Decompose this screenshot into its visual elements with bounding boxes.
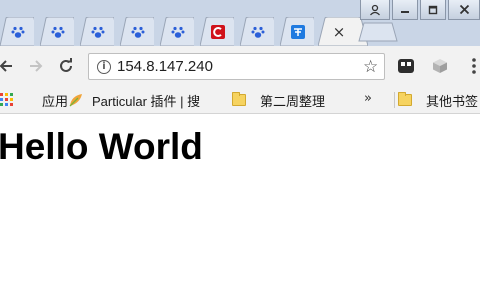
bookmarks-bar: 应用 Particular 插件 | 搜 第二周整理 » 其他书签 [0, 86, 480, 114]
back-button[interactable] [0, 56, 16, 76]
particular-leaf-icon [68, 93, 84, 107]
forward-button[interactable] [26, 56, 46, 76]
more-vert-icon [472, 58, 476, 74]
menu-button[interactable] [464, 56, 480, 76]
user-icon [370, 4, 380, 15]
baidu-paw-icon [51, 25, 65, 39]
browser-tab[interactable] [80, 17, 114, 46]
browser-tab[interactable] [200, 17, 234, 46]
bookmark-label: 其他书签 [426, 93, 479, 109]
address-bar[interactable]: i 154.8.147.240 ☆ [88, 53, 385, 80]
bookmark-star-icon[interactable]: ☆ [363, 57, 378, 77]
bookmark-apps[interactable]: 应用 [0, 91, 68, 109]
forward-arrow-icon [30, 60, 43, 72]
close-icon [459, 4, 469, 15]
restore-icon [428, 5, 438, 14]
browser-tab[interactable] [0, 17, 34, 46]
browser-tab[interactable] [40, 17, 74, 46]
translate-icon [291, 25, 305, 39]
other-bookmarks-folder[interactable]: 其他书签 [398, 91, 478, 109]
baidu-paw-icon [91, 25, 105, 39]
browser-tab[interactable] [280, 17, 314, 46]
bookmarks-divider [394, 92, 395, 108]
extension-dark-icon [398, 59, 414, 73]
browser-tab[interactable] [160, 17, 194, 46]
minimize-button[interactable] [392, 0, 418, 20]
folder-icon [398, 92, 412, 106]
extension-button[interactable] [430, 56, 450, 76]
reload-icon [60, 58, 72, 72]
browser-tab[interactable] [120, 17, 154, 46]
extension-button[interactable] [396, 56, 416, 76]
info-icon[interactable]: i [97, 60, 111, 74]
url-text[interactable]: 154.8.147.240 [117, 58, 213, 75]
reload-button[interactable] [56, 56, 76, 76]
extension-cube-icon [433, 59, 447, 73]
page-content: Hello World [0, 115, 480, 300]
bookmark-folder[interactable]: 第二周整理 [232, 91, 325, 109]
bookmark-label: 第二周整理 [260, 93, 326, 109]
minimize-icon [401, 10, 409, 13]
baidu-paw-icon [131, 25, 145, 39]
page-heading: Hello World [0, 126, 203, 167]
close-tab-icon[interactable]: × [332, 25, 346, 40]
user-profile-button[interactable] [360, 0, 390, 20]
bookmark-label: Particular 插件 | 搜 [92, 93, 201, 109]
baidu-paw-icon [11, 25, 25, 39]
folder-icon [232, 92, 246, 106]
more-bookmarks-chevron-icon[interactable]: » [364, 91, 372, 106]
browser-tab[interactable] [240, 17, 274, 46]
maximize-button[interactable] [420, 0, 446, 20]
baidu-paw-icon [251, 25, 265, 39]
baidu-paw-icon [171, 25, 185, 39]
browser-toolbar: i 154.8.147.240 ☆ [0, 46, 480, 86]
tab-strip: × [0, 0, 480, 46]
bookmark-label: 应用 [42, 93, 69, 109]
red-c-icon [211, 25, 225, 39]
bookmark-particular[interactable]: Particular 插件 | 搜 [68, 91, 200, 109]
new-tab-button[interactable] [358, 22, 398, 42]
close-window-button[interactable] [448, 0, 480, 20]
back-arrow-icon [0, 60, 12, 72]
apps-grid-icon [0, 93, 14, 107]
